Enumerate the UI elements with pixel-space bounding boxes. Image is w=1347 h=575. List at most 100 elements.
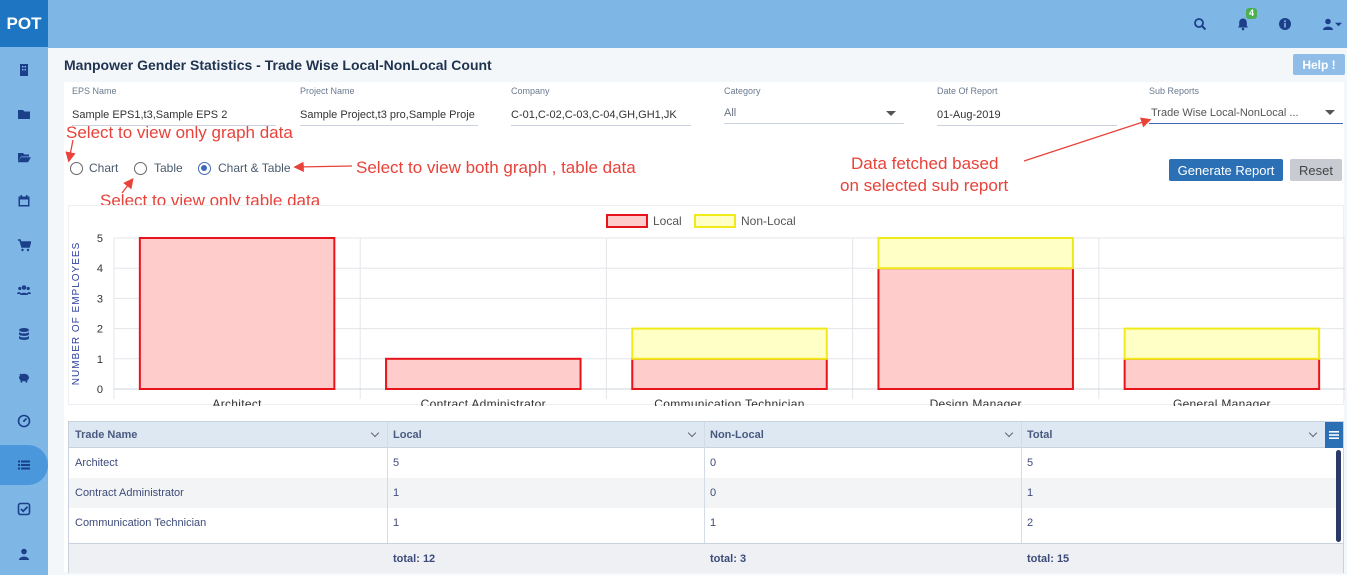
x-tick-label: Design Manager xyxy=(930,397,1022,406)
dashboard-icon xyxy=(17,414,31,428)
category-select[interactable]: All xyxy=(724,102,904,124)
app-window: POT 4 Manpower Gender Statistics - Trade… xyxy=(0,0,1347,575)
search-icon xyxy=(1194,18,1207,31)
top-bar xyxy=(48,0,1347,48)
column-header-non-local[interactable]: Non-Local xyxy=(704,422,1021,448)
help-button[interactable]: Help ! xyxy=(1293,54,1345,75)
footer-total-non-local: total: 3 xyxy=(710,553,747,565)
sidebar-item-calendar[interactable] xyxy=(0,181,48,221)
search-button[interactable] xyxy=(1190,14,1210,34)
category-label: Category xyxy=(724,86,761,96)
sidebar-item-cart[interactable] xyxy=(0,225,48,265)
page-title: Manpower Gender Statistics - Trade Wise … xyxy=(64,57,492,73)
project-name-label: Project Name xyxy=(300,86,355,96)
cell-non-local: 0 xyxy=(710,457,717,469)
info-icon xyxy=(1279,18,1291,30)
info-button[interactable] xyxy=(1275,14,1295,34)
view-chart-and-table-radio[interactable] xyxy=(198,162,211,175)
y-tick-label: 5 xyxy=(97,233,103,245)
company-field[interactable]: C-01,C-02,C-03,C-04,GH,GH1,JK xyxy=(511,104,691,126)
annotation-both: Select to view both graph , table data xyxy=(356,158,636,177)
column-header-local[interactable]: Local xyxy=(387,422,704,448)
table-row[interactable]: Architect 5 0 5 xyxy=(69,448,1341,478)
company-label: Company xyxy=(511,86,550,96)
folder-open-icon xyxy=(18,153,31,163)
sidebar-item-folder-open[interactable] xyxy=(0,137,48,177)
cell-non-local: 1 xyxy=(710,517,717,529)
folder-icon xyxy=(18,110,30,119)
footer-total: total: 15 xyxy=(1027,553,1070,565)
bar-non-local xyxy=(877,237,1074,270)
generate-report-button[interactable]: Generate Report xyxy=(1169,159,1283,181)
bar-non-local xyxy=(1123,327,1321,360)
date-of-report-field[interactable]: 01-Aug-2019 xyxy=(937,104,1117,126)
cell-total: 2 xyxy=(1027,517,1034,529)
sidebar-item-folder[interactable] xyxy=(0,94,48,134)
x-tick-label: General Manager xyxy=(1173,397,1271,406)
annotation-sub-report-line1: Data fetched based xyxy=(851,154,999,173)
cart-icon xyxy=(18,239,31,252)
sidebar-item-tasks[interactable] xyxy=(0,489,48,529)
sub-reports-select[interactable]: Trade Wise Local-NonLocal ... xyxy=(1149,102,1343,124)
category-dropdown-arrow-icon[interactable] xyxy=(886,111,896,116)
legend-swatch-non-local xyxy=(694,214,736,228)
view-chart-label[interactable]: Chart xyxy=(89,161,118,175)
date-of-report-label: Date Of Report xyxy=(937,86,998,96)
user-icon xyxy=(19,548,29,560)
table-row[interactable]: Communication Technician 1 1 2 xyxy=(69,508,1341,538)
cell-total: 5 xyxy=(1027,457,1034,469)
bar-local xyxy=(385,357,582,391)
eps-name-label: EPS Name xyxy=(72,86,117,96)
y-tick-label: 4 xyxy=(97,263,103,275)
y-tick-label: 2 xyxy=(97,324,103,336)
table-vertical-scrollbar[interactable] xyxy=(1336,450,1341,542)
x-tick-label: Architect xyxy=(212,397,262,406)
annotation-arrow-sub-report xyxy=(1023,117,1152,162)
sub-reports-label: Sub Reports xyxy=(1149,86,1200,96)
sidebar-item-reports[interactable] xyxy=(0,445,48,485)
bell-icon xyxy=(1238,18,1248,31)
list-icon xyxy=(18,460,30,470)
check-square-icon xyxy=(17,502,31,516)
sidebar-item-users[interactable] xyxy=(0,270,48,310)
sidebar: POT xyxy=(0,0,48,575)
sidebar-item-database[interactable] xyxy=(0,314,48,354)
grid-menu-button[interactable] xyxy=(1325,422,1343,448)
app-logo[interactable]: POT xyxy=(0,0,48,47)
notification-count-badge: 4 xyxy=(1246,8,1258,19)
project-name-field[interactable]: Sample Project,t3 pro,Sample Proje xyxy=(300,104,478,126)
bar-local xyxy=(138,237,336,390)
hamburger-icon xyxy=(1329,431,1339,439)
annotation-arrow-both xyxy=(293,161,353,173)
bar-local xyxy=(1123,357,1321,391)
cell-trade-name: Architect xyxy=(75,457,118,469)
view-table-radio[interactable] xyxy=(134,162,147,175)
calendar-icon xyxy=(18,195,30,207)
reset-button[interactable]: Reset xyxy=(1290,159,1342,181)
sidebar-item-building[interactable] xyxy=(0,50,48,90)
sub-reports-dropdown-arrow-icon[interactable] xyxy=(1325,110,1335,115)
y-tick-label: 3 xyxy=(97,293,103,305)
column-header-total[interactable]: Total xyxy=(1021,422,1321,448)
users-icon xyxy=(17,285,31,295)
sidebar-item-user[interactable] xyxy=(0,534,48,574)
view-chart-and-table-label[interactable]: Chart & Table xyxy=(218,161,291,175)
y-axis-title: NUMBER OF EMPLOYEES xyxy=(71,242,82,385)
sidebar-item-dashboard[interactable] xyxy=(0,401,48,441)
cell-local: 5 xyxy=(393,457,400,469)
footer-total-local: total: 12 xyxy=(393,553,436,565)
table-row[interactable]: Contract Administrator 1 0 1 xyxy=(69,478,1341,508)
sidebar-item-piggy-bank[interactable] xyxy=(0,357,48,397)
user-menu-button[interactable] xyxy=(1318,14,1344,34)
annotation-sub-report-line2: on selected sub report xyxy=(840,176,1009,195)
annotation-arrow-graph xyxy=(65,139,76,163)
view-table-label[interactable]: Table xyxy=(154,161,183,175)
legend-label-local: Local xyxy=(653,214,682,228)
legend-swatch-local xyxy=(606,214,648,228)
cell-non-local: 0 xyxy=(710,487,717,499)
cell-total: 1 xyxy=(1027,487,1034,499)
view-chart-radio[interactable] xyxy=(70,162,83,175)
x-tick-label: Contract Administrator xyxy=(421,397,546,406)
cell-local: 1 xyxy=(393,487,400,499)
column-header-trade-name[interactable]: Trade Name xyxy=(69,422,387,448)
